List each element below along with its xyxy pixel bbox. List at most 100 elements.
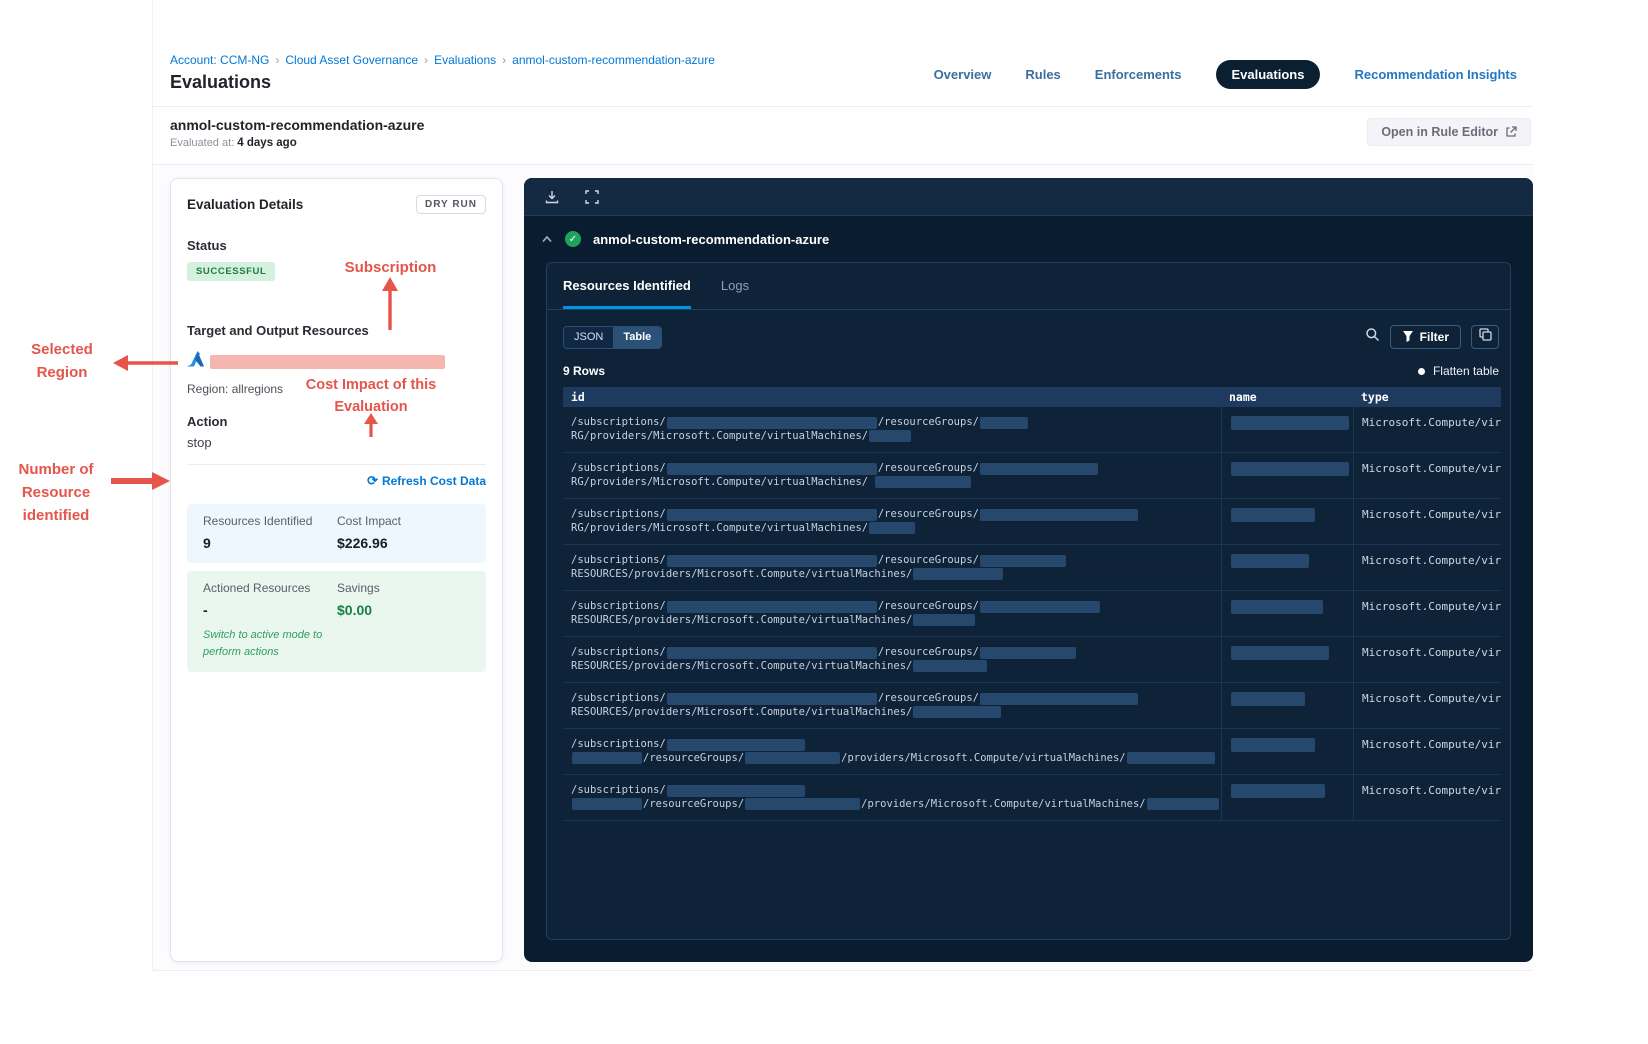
cell-id: /subscriptions/ /resourceGroups/RG/provid… [563,453,1221,498]
cell-name [1221,407,1353,452]
page: Account: CCM-NG › Cloud Asset Governance… [0,0,1648,1044]
cell-id: /subscriptions/ /resourceGroups/RESOURCES… [563,683,1221,728]
id-text: /resourceGroups/ [877,416,979,428]
table-row[interactable]: /subscriptions/ /resourceGroups/RG/provid… [563,407,1501,453]
table-row[interactable]: /subscriptions/ /resourceGroups/RG/provid… [563,453,1501,499]
id-text: /subscriptions/ [571,784,666,796]
flatten-table-toggle[interactable]: Flatten table [1417,364,1499,378]
breadcrumb-current: anmol-custom-recommendation-azure [512,53,715,67]
id-text: RG/providers/Microsoft.Compute/virtualMa… [571,475,875,488]
cell-type: Microsoft.Compute/virtu [1353,637,1501,682]
footer-divider [152,970,1533,971]
breadcrumb: Account: CCM-NG › Cloud Asset Governance… [170,53,715,67]
cell-type: Microsoft.Compute/virtu [1353,499,1501,544]
cell-id: /subscriptions/ /resourceGroups/RESOURCES… [563,591,1221,636]
table-row[interactable]: /subscriptions//resourceGroups/ /provider… [563,729,1501,775]
table-header: id name type [563,387,1501,407]
redacted-block [1231,692,1305,706]
viewer-evaluation-title: anmol-custom-recommendation-azure [593,231,830,247]
cell-id: /subscriptions/ /resourceGroups/RG/provid… [563,499,1221,544]
id-text: RG/providers/Microsoft.Compute/virtualMa… [571,429,869,442]
nav-recommendation-insights[interactable]: Recommendation Insights [1354,67,1517,82]
table-row[interactable]: /subscriptions/ /resourceGroups/RESOURCES… [563,591,1501,637]
breadcrumb-separator: › [424,53,429,67]
top-nav: Overview Rules Enforcements Evaluations … [934,59,1517,89]
viewer-toolbar [524,178,1533,216]
nav-enforcements[interactable]: Enforcements [1095,67,1182,82]
cell-id: /subscriptions//resourceGroups/ /provider… [563,775,1221,820]
fullscreen-icon[interactable] [585,189,599,204]
tab-resources-identified[interactable]: Resources Identified [563,278,691,309]
chevron-up-icon[interactable] [541,235,553,243]
redacted-block [913,568,1004,580]
breadcrumb-evaluations-link[interactable]: Evaluations [434,53,496,67]
redacted-block [572,752,642,764]
breadcrumb-governance-link[interactable]: Cloud Asset Governance [285,53,418,67]
open-rule-editor-button[interactable]: Open in Rule Editor [1367,118,1531,146]
cell-name [1221,545,1353,590]
cell-name [1221,499,1353,544]
switch-mode-note: Switch to active mode to perform actions [203,629,323,658]
table-row[interactable]: /subscriptions/ /resourceGroups/RESOURCES… [563,545,1501,591]
annotation-resource-count: Number of Resource identified [18,461,94,524]
cost-impact-value: $226.96 [337,535,388,551]
id-text: /subscriptions/ [571,646,666,658]
redacted-block [666,508,877,521]
table-row[interactable]: /subscriptions/ /resourceGroups/RESOURCES… [563,637,1501,683]
redacted-block [666,738,805,751]
cell-type: Microsoft.Compute/virtu [1353,729,1501,774]
card-divider [187,464,486,465]
status-badge: SUCCESSFUL [187,262,276,281]
annotation-selected-region: Selected Region [31,341,93,381]
cell-name [1221,453,1353,498]
evaluated-at-label: Evaluated at: [170,137,235,149]
cell-id: /subscriptions/ /resourceGroups/RESOURCES… [563,545,1221,590]
table-row[interactable]: /subscriptions/ /resourceGroups/RESOURCES… [563,683,1501,729]
filter-button[interactable]: Filter [1389,325,1461,349]
nav-overview[interactable]: Overview [934,67,992,82]
open-rule-editor-label: Open in Rule Editor [1381,125,1498,139]
id-text: RESOURCES/providers/Microsoft.Compute/vi… [571,659,913,672]
redacted-block [1231,554,1309,568]
id-text: /resourceGroups/ [643,751,745,764]
breadcrumb-account-link[interactable]: Account: CCM-NG [170,53,269,67]
redacted-block [913,660,988,672]
view-toggle-table[interactable]: Table [613,326,662,348]
copy-button[interactable] [1471,325,1499,349]
redacted-block [666,646,877,659]
tab-logs[interactable]: Logs [721,278,749,309]
redacted-block [666,416,877,429]
id-text: /subscriptions/ [571,738,666,750]
redacted-block [979,600,1100,613]
resources-table-body: /subscriptions//resourceGroups/RG/provid… [563,407,1501,821]
action-value: stop [187,435,212,450]
redacted-block [1146,798,1219,810]
card-title: Evaluation Details [187,197,304,212]
id-text: /providers/Microsoft.Compute/virtualMach… [841,751,1126,764]
id-text: /resourceGroups/ [877,462,979,474]
redacted-block [666,784,805,797]
search-button[interactable] [1365,325,1380,349]
cell-name [1221,775,1353,820]
actioned-resources-value: - [203,602,208,618]
savings-value: $0.00 [337,602,373,618]
nav-rules[interactable]: Rules [1025,67,1060,82]
redacted-block [869,522,916,534]
nav-evaluations[interactable]: Evaluations [1215,59,1321,89]
table-row[interactable]: /subscriptions/ /resourceGroups/RG/provid… [563,499,1501,545]
redacted-block [1231,784,1325,798]
redacted-block [869,430,912,442]
table-row[interactable]: /subscriptions//resourceGroups/ /provider… [563,775,1501,821]
redacted-block [979,646,1076,659]
redacted-block [1126,752,1215,764]
view-toggle-json[interactable]: JSON [564,326,614,348]
redacted-block [666,462,877,475]
flatten-radio [1417,367,1425,375]
resources-cost-box: Resources Identified Cost Impact 9 $226.… [187,504,486,563]
view-toggle: JSON Table [563,325,663,349]
refresh-cost-data-link[interactable]: ⟳ Refresh Cost Data [367,474,486,488]
evaluation-details-card: Evaluation Details DRY RUN Status SUCCES… [170,178,503,962]
download-icon[interactable] [545,190,559,204]
header-divider [152,106,1533,107]
cell-id: /subscriptions//resourceGroups/ /provider… [563,729,1221,774]
